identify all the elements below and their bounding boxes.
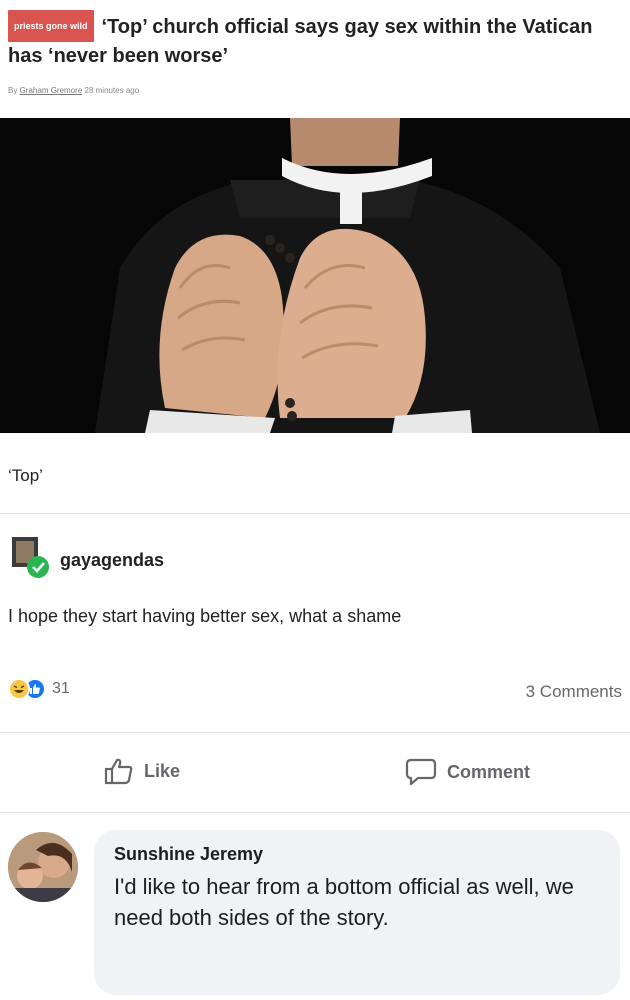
- photo-caption: ‘Top’: [8, 466, 43, 485]
- comment-button[interactable]: Comment: [405, 757, 530, 787]
- priest-hands-illustration: [0, 118, 630, 433]
- like-label: Like: [144, 760, 181, 781]
- article-photo: [0, 118, 630, 433]
- article-header: priests gone wild ‘Top’ church official s…: [0, 0, 630, 70]
- article-headline[interactable]: priests gone wild ‘Top’ church official s…: [8, 10, 622, 70]
- divider: [0, 513, 630, 514]
- divider: [0, 732, 630, 733]
- comment-bubble: Sunshine Jeremy I'd like to hear from a …: [94, 830, 620, 995]
- thumbs-up-icon: [104, 758, 133, 785]
- byline-prefix: By: [8, 86, 18, 95]
- divider: [0, 812, 630, 813]
- like-button[interactable]: Like: [104, 757, 180, 785]
- post-author[interactable]: gayagendas: [8, 535, 164, 581]
- comment-text: I'd like to hear from a bottom official …: [114, 874, 574, 930]
- profile-photo: [8, 832, 78, 902]
- author-link[interactable]: Graham Gremore: [20, 86, 83, 95]
- post-avatar[interactable]: [8, 535, 54, 581]
- byline: By Graham Gremore 28 minutes ago: [8, 86, 139, 95]
- publish-time: 28 minutes ago: [84, 86, 140, 95]
- comment-bubble-icon: [405, 758, 437, 786]
- laugh-reaction-icon: [8, 678, 30, 700]
- category-tag[interactable]: priests gone wild: [8, 10, 94, 42]
- post-username[interactable]: gayagendas: [60, 550, 164, 571]
- avatar-icon: [12, 537, 49, 578]
- comment-author[interactable]: Sunshine Jeremy: [114, 844, 600, 865]
- reaction-count: 31: [52, 680, 70, 697]
- headline-text: ‘Top’ church official says gay sex withi…: [8, 16, 593, 67]
- reaction-summary[interactable]: 31: [8, 678, 70, 700]
- comments-count-link[interactable]: 3 Comments: [526, 682, 622, 702]
- commenter-avatar[interactable]: [8, 832, 78, 902]
- comment-label: Comment: [447, 761, 531, 782]
- post-text: I hope they start having better sex, wha…: [8, 606, 402, 626]
